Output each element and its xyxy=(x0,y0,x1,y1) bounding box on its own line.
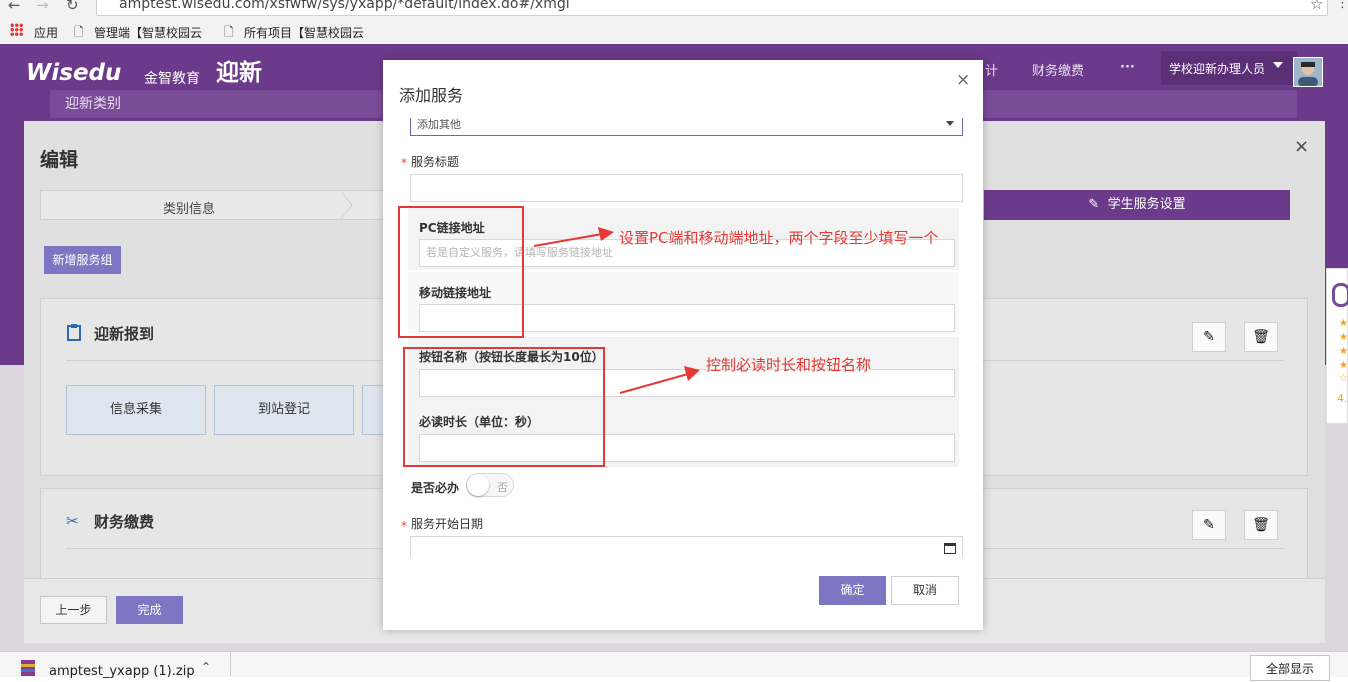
close-icon[interactable]: × xyxy=(1294,136,1309,157)
step-student-service-label: 学生服务设置 xyxy=(1107,197,1186,212)
pencil-icon: ✎ xyxy=(1203,517,1215,533)
annotation-arrow-icon xyxy=(533,227,614,247)
chevron-down-icon[interactable] xyxy=(1273,62,1283,68)
delete-group-button[interactable]: 🗑 xyxy=(1244,322,1278,352)
toggle-state-text: 否 xyxy=(497,481,508,494)
logo-cn: 金智教育 xyxy=(144,71,200,87)
pencil-icon: ✎ xyxy=(1088,197,1100,212)
step-category-info[interactable]: 类别信息 xyxy=(163,198,215,217)
confirm-button[interactable]: 确定 xyxy=(819,576,886,605)
must-do-label: 是否必办 xyxy=(411,481,460,495)
download-file-name[interactable]: amptest_yxapp (1).zip xyxy=(49,664,195,679)
show-all-button[interactable]: 全部显示 xyxy=(1250,655,1330,681)
start-date-label: 服务开始日期 xyxy=(411,517,484,531)
annotation-box-links xyxy=(398,206,524,338)
prev-step-button[interactable]: 上一步 xyxy=(40,596,107,624)
start-date-input[interactable] xyxy=(410,536,963,558)
edit-title: 编辑 xyxy=(40,149,79,171)
logo: Wisedu xyxy=(26,60,122,86)
edit-group-button[interactable]: ✎ xyxy=(1192,322,1226,352)
star-rating-icon: ★ xyxy=(1339,360,1348,371)
nav-more-icon[interactable]: ··· xyxy=(1120,60,1135,75)
address-bar[interactable]: amptest.wisedu.com/xsfwfw/sys/yxapp/*def… xyxy=(96,0,1328,16)
bookmark-apps[interactable]: 应用 xyxy=(34,24,58,41)
avatar[interactable] xyxy=(1293,57,1323,87)
star-icon[interactable]: ☆ xyxy=(1310,0,1323,13)
toggle-knob[interactable] xyxy=(467,474,489,496)
star-rating-icon: ★ xyxy=(1339,318,1348,329)
step-student-service[interactable]: ✎ 学生服务设置 xyxy=(984,190,1290,220)
bookmarks-bar xyxy=(0,19,1348,45)
back-icon[interactable]: ← xyxy=(8,0,21,14)
pencil-icon: ✎ xyxy=(1203,329,1215,345)
nav-item-stats[interactable]: 计 xyxy=(985,60,998,79)
group-title: 迎新报到 xyxy=(94,325,155,343)
bookmark-projects[interactable]: 所有项目【智慧校园云 xyxy=(244,24,364,41)
divider xyxy=(230,651,231,676)
rating-value: 4. xyxy=(1337,392,1348,405)
modal-title: 添加服务 xyxy=(399,86,464,105)
zip-file-icon[interactable] xyxy=(20,659,36,676)
nav-item-finance[interactable]: 财务缴费 xyxy=(1032,60,1084,79)
bookmark-admin[interactable]: 管理端【智慧校园云 xyxy=(94,24,202,41)
select-value: 添加其他 xyxy=(417,118,461,131)
user-name[interactable]: 学校迎新办理人员 xyxy=(1169,60,1265,77)
annotation-note-button-settings: 控制必读时长和按钮名称 xyxy=(706,356,872,374)
forward-icon[interactable]: → xyxy=(36,0,49,14)
star-rating-icon: ☆ xyxy=(1339,373,1348,384)
page-icon: 🗋 xyxy=(74,25,84,39)
delete-group-button[interactable]: 🗑 xyxy=(1244,510,1278,540)
star-rating-icon: ★ xyxy=(1339,346,1348,357)
add-group-button[interactable]: 新增服务组 xyxy=(44,246,121,274)
group-title: 财务缴费 xyxy=(94,513,155,531)
annotation-arrow-icon xyxy=(619,366,700,394)
trash-icon: 🗑 xyxy=(1252,329,1270,345)
required-mark: * xyxy=(401,156,407,170)
page-icon: 🗋 xyxy=(224,25,234,39)
service-tile[interactable]: 信息采集 xyxy=(66,385,206,435)
done-button[interactable]: 完成 xyxy=(116,596,183,624)
apps-icon[interactable] xyxy=(10,23,23,36)
app-title: 迎新 xyxy=(216,60,262,86)
widget-logo-icon xyxy=(1332,283,1348,307)
tools-icon: ✂ xyxy=(66,512,79,530)
chevron-up-icon[interactable]: ⌃ xyxy=(201,660,211,674)
required-mark: * xyxy=(401,519,407,533)
close-icon[interactable]: × xyxy=(956,70,970,90)
menu-icon[interactable]: ⋮ xyxy=(1336,0,1348,11)
edit-group-button[interactable]: ✎ xyxy=(1192,510,1226,540)
star-rating-icon: ★ xyxy=(1339,332,1348,343)
service-title-input[interactable] xyxy=(410,174,963,202)
service-tile[interactable]: 到站登记 xyxy=(214,385,354,435)
service-type-select[interactable]: 添加其他 xyxy=(410,118,963,136)
cancel-button[interactable]: 取消 xyxy=(891,576,959,605)
reload-icon[interactable]: ↻ xyxy=(66,0,79,14)
clipboard-icon xyxy=(67,324,81,345)
calendar-icon[interactable] xyxy=(944,543,956,554)
caret-down-icon[interactable] xyxy=(946,121,954,126)
step-chevron-icon xyxy=(339,190,353,220)
annotation-box-button-settings xyxy=(403,347,605,467)
url-text: amptest.wisedu.com/xsfwfw/sys/yxapp/*def… xyxy=(119,0,570,12)
service-title-label: 服务标题 xyxy=(411,155,460,169)
annotation-note-links: 设置PC端和移动端地址，两个字段至少填写一个 xyxy=(619,229,939,247)
trash-icon: 🗑 xyxy=(1252,517,1270,533)
